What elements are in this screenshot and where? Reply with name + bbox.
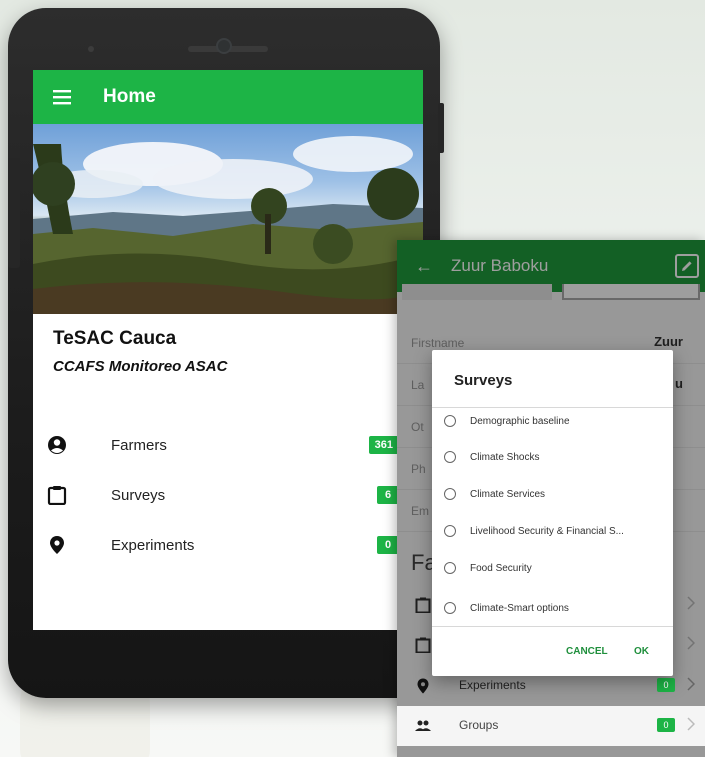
survey-option[interactable]: Demographic baseline bbox=[432, 404, 673, 438]
farmer-item-label: Experiments bbox=[459, 678, 526, 692]
radio-button[interactable] bbox=[444, 488, 456, 500]
menu-icon[interactable] bbox=[33, 70, 93, 124]
phone-power-button bbox=[438, 103, 444, 153]
menu-item-label: Farmers bbox=[111, 436, 167, 454]
option-label: Livelihood Security & Financial S... bbox=[470, 525, 624, 537]
surveys-dialog: Surveys Demographic baseline Climate Sho… bbox=[432, 350, 673, 676]
phone-sensor bbox=[88, 46, 94, 52]
count-badge: 0 bbox=[657, 678, 675, 692]
count-badge: 0 bbox=[377, 536, 399, 554]
option-label: Climate-Smart options bbox=[470, 602, 569, 614]
chevron-right-icon bbox=[687, 677, 695, 691]
ok-button[interactable]: OK bbox=[634, 646, 649, 657]
farmer-item-label: Groups bbox=[459, 718, 499, 732]
phone-volume-button bbox=[8, 158, 20, 268]
phone-front-camera bbox=[216, 38, 232, 54]
menu-item-farmers[interactable]: Farmers 361 bbox=[33, 420, 423, 470]
radio-button[interactable] bbox=[444, 525, 456, 537]
home-menu: Farmers 361 Surveys 6 Experiments 0 bbox=[33, 420, 423, 570]
organization-subtitle: CCAFS Monitoreo ASAC bbox=[53, 358, 228, 375]
cancel-button[interactable]: CANCEL bbox=[566, 646, 608, 657]
menu-item-surveys[interactable]: Surveys 6 bbox=[33, 470, 423, 520]
organization-name: TeSAC Cauca bbox=[53, 328, 177, 349]
groups-icon bbox=[415, 720, 431, 731]
menu-item-experiments[interactable]: Experiments 0 bbox=[33, 520, 423, 570]
location-pin-icon bbox=[50, 536, 64, 554]
clipboard-icon bbox=[47, 486, 67, 505]
page-title: Home bbox=[103, 86, 156, 107]
farmer-item-groups[interactable]: Groups 0 bbox=[397, 706, 705, 746]
survey-option[interactable]: Climate Services bbox=[432, 477, 673, 511]
radio-button[interactable] bbox=[444, 415, 456, 427]
radio-button[interactable] bbox=[444, 602, 456, 614]
phone-device: Home TeSAC Cauca CCAFS Monitoreo ASAC Fa… bbox=[8, 8, 444, 698]
count-badge: 361 bbox=[368, 436, 399, 454]
option-label: Demographic baseline bbox=[470, 415, 570, 427]
home-screen: Home TeSAC Cauca CCAFS Monitoreo ASAC Fa… bbox=[33, 70, 423, 630]
account-circle-icon bbox=[48, 436, 66, 454]
radio-button[interactable] bbox=[444, 562, 456, 574]
survey-option[interactable]: Climate Shocks bbox=[432, 440, 673, 474]
survey-option[interactable]: Climate-Smart options bbox=[432, 591, 673, 625]
menu-item-label: Experiments bbox=[111, 536, 195, 554]
count-badge: 0 bbox=[657, 718, 675, 732]
home-app-bar: Home bbox=[33, 70, 423, 124]
option-label: Climate Shocks bbox=[470, 451, 540, 463]
dialog-divider bbox=[432, 626, 673, 627]
radio-button[interactable] bbox=[444, 451, 456, 463]
hero-landscape-image bbox=[33, 124, 423, 314]
option-label: Food Security bbox=[470, 562, 532, 574]
organization-card: TeSAC Cauca CCAFS Monitoreo ASAC bbox=[33, 314, 423, 394]
menu-item-label: Surveys bbox=[111, 486, 166, 504]
chevron-right-icon bbox=[687, 717, 695, 731]
survey-option[interactable]: Livelihood Security & Financial S... bbox=[432, 514, 673, 548]
location-pin-icon bbox=[417, 678, 429, 694]
option-label: Climate Services bbox=[470, 488, 546, 500]
survey-option[interactable]: Food Security bbox=[432, 551, 673, 585]
count-badge: 6 bbox=[377, 486, 399, 504]
dialog-title: Surveys bbox=[454, 372, 513, 389]
